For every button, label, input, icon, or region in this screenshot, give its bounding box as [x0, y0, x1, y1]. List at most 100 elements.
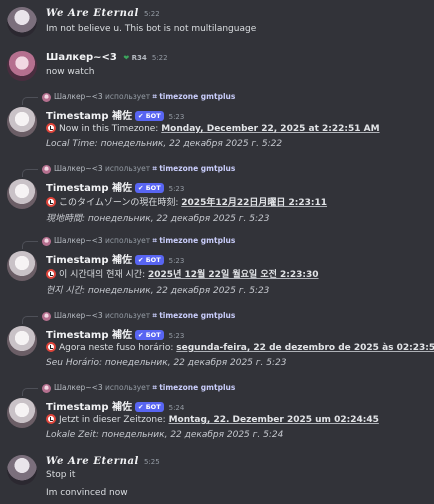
slash-command-icon: ⌗	[152, 383, 157, 392]
timezone-line: このタイムゾーンの現在時刻: 2025年12月22日月曜日 2:23:11	[46, 195, 327, 208]
reply-user[interactable]: Шалкер~<3	[54, 164, 103, 173]
now-label: Now in this Timezone:	[59, 124, 159, 134]
alarm-clock-icon	[46, 197, 56, 207]
reply-command[interactable]: timezone gmtplus	[159, 92, 235, 101]
author-label[interactable]: Timestamp 補佐	[46, 183, 132, 194]
reply-uses: использует	[105, 164, 151, 173]
bot-badge: ✔ БОТ	[135, 111, 164, 121]
now-timestamp[interactable]: 2025년 12월 22일 월요일 오전 2:23:30	[148, 270, 319, 280]
reply-spine	[22, 388, 38, 396]
reply-uses: использует	[105, 311, 151, 320]
reply-command[interactable]: timezone gmtplus	[159, 383, 235, 392]
reply-avatar	[42, 312, 51, 321]
timestamp: 5:23	[168, 113, 185, 121]
message-group: We Are Eternal 5:22 Im not believe u. Thi…	[0, 4, 434, 40]
reply-avatar	[42, 93, 51, 102]
reply-text: Шалкер~<3 использует ⌗ timezone gmtplus	[54, 236, 235, 246]
local-timestamp[interactable]: понедельник, 22 декабря 2025 г. 5:23	[105, 358, 287, 368]
reply-uses: использует	[105, 236, 151, 245]
timezone-line: 이 시간대의 현재 시간: 2025년 12월 22일 월요일 오전 2:23:…	[46, 267, 319, 280]
reply-spine	[22, 169, 38, 177]
now-timestamp[interactable]: Monday, December 22, 2025 at 2:22:51 AM	[161, 124, 379, 134]
author-name[interactable]: Timestamp 補佐 ✔ БОТ 5:23	[46, 179, 184, 194]
reply-user[interactable]: Шалкер~<3	[54, 383, 103, 392]
reply-user[interactable]: Шалкер~<3	[54, 92, 103, 101]
local-timestamp[interactable]: понедельник, 22 декабря 2025 г. 5:24	[102, 430, 284, 440]
avatar[interactable]	[7, 51, 37, 81]
author-label[interactable]: Timestamp 補佐	[46, 111, 132, 122]
reply-uses: использует	[105, 383, 151, 392]
author-label[interactable]: Timestamp 補佐	[46, 255, 132, 266]
role-badge[interactable]: ❤ R34	[123, 54, 146, 62]
local-timestamp[interactable]: понедельник, 22 декабря 2025 г. 5:23	[88, 286, 270, 296]
slash-command-icon: ⌗	[152, 164, 157, 173]
timestamp: 5:23	[168, 332, 185, 340]
alarm-clock-icon	[46, 123, 56, 133]
author-label[interactable]: Шалкер~<3	[46, 52, 117, 63]
reply-spine	[22, 316, 38, 324]
slash-command-icon: ⌗	[152, 311, 157, 320]
timestamp: 5:23	[168, 257, 185, 265]
local-timestamp[interactable]: понедельник, 22 декабря 2025 г. 5:23	[88, 214, 270, 224]
reply-spine	[22, 97, 38, 105]
message-text: now watch	[46, 67, 95, 77]
author-name[interactable]: We Are Eternal 5:25	[46, 456, 160, 467]
avatar[interactable]	[7, 7, 37, 37]
avatar[interactable]	[7, 179, 37, 209]
reply-command[interactable]: timezone gmtplus	[159, 311, 235, 320]
local-label: 현지 시간:	[46, 286, 86, 296]
message-text: Stop it	[46, 470, 76, 480]
bot-badge: ✔ БОТ	[135, 330, 164, 340]
now-label: Agora neste fuso horário:	[59, 343, 174, 353]
bot-badge: ✔ БОТ	[135, 255, 164, 265]
avatar[interactable]	[7, 251, 37, 281]
author-name[interactable]: Timestamp 補佐 ✔ БОТ 5:23	[46, 251, 184, 266]
message-group: We Are Eternal 5:25 Stop it Im convinced …	[0, 452, 434, 504]
reply-uses: использует	[105, 92, 151, 101]
timestamp: 5:22	[151, 54, 168, 62]
reply-text: Шалкер~<3 использует ⌗ timezone gmtplus	[54, 92, 235, 102]
reply-text: Шалкер~<3 использует ⌗ timezone gmtplus	[54, 311, 235, 321]
bot-message: Шалкер~<3 использует ⌗ timezone gmtplus T…	[0, 383, 434, 449]
local-label: 現地時間:	[46, 214, 86, 224]
now-timestamp[interactable]: 2025年12月22日月曜日 2:23:11	[181, 198, 327, 208]
now-timestamp[interactable]: segunda-feira, 22 de dezembro de 2025 às…	[176, 343, 434, 353]
author-name[interactable]: We Are Eternal 5:22	[46, 8, 160, 19]
author-name[interactable]: Timestamp 補佐 ✔ БОТ 5:24	[46, 398, 184, 413]
now-label: 이 시간대의 현재 시간:	[59, 270, 146, 280]
author-label[interactable]: We Are Eternal	[46, 8, 139, 19]
local-time-line: Seu Horário: понедельник, 22 декабря 202…	[46, 358, 286, 368]
alarm-clock-icon	[46, 269, 56, 279]
bot-badge: ✔ БОТ	[135, 183, 164, 193]
now-timestamp[interactable]: Montag, 22. Dezember 2025 um 02:24:45	[169, 415, 379, 425]
author-name[interactable]: Timestamp 補佐 ✔ БОТ 5:23	[46, 326, 184, 341]
local-label: Local Time:	[46, 139, 98, 149]
heart-icon: ❤	[123, 54, 130, 62]
author-label[interactable]: Timestamp 補佐	[46, 330, 132, 341]
avatar[interactable]	[7, 455, 37, 485]
avatar[interactable]	[7, 398, 37, 428]
avatar[interactable]	[7, 107, 37, 137]
bot-message: Шалкер~<3 использует ⌗ timezone gmtplus T…	[0, 164, 434, 230]
reply-user[interactable]: Шалкер~<3	[54, 311, 103, 320]
alarm-clock-icon	[46, 414, 56, 424]
local-label: Seu Horário:	[46, 358, 103, 368]
now-label: Jetzt in dieser Zeitzone:	[59, 415, 166, 425]
timestamp: 5:22	[143, 10, 160, 18]
author-label[interactable]: We Are Eternal	[46, 456, 139, 467]
author-name[interactable]: Timestamp 補佐 ✔ БОТ 5:23	[46, 107, 184, 122]
local-timestamp[interactable]: понедельник, 22 декабря 2025 г. 5:22	[101, 139, 283, 149]
bot-badge: ✔ БОТ	[135, 402, 164, 412]
reply-text: Шалкер~<3 использует ⌗ timezone gmtplus	[54, 383, 235, 393]
author-label[interactable]: Timestamp 補佐	[46, 402, 132, 413]
reply-avatar	[42, 384, 51, 393]
reply-user[interactable]: Шалкер~<3	[54, 236, 103, 245]
reply-command[interactable]: timezone gmtplus	[159, 164, 235, 173]
author-name[interactable]: Шалкер~<3 ❤ R34 5:22	[46, 52, 168, 63]
avatar[interactable]	[7, 326, 37, 356]
local-time-line: 현지 시간: понедельник, 22 декабря 2025 г. 5…	[46, 283, 269, 296]
message-text: Im convinced now	[46, 488, 128, 498]
local-time-line: Local Time: понедельник, 22 декабря 2025…	[46, 139, 282, 149]
bot-message: Шалкер~<3 использует ⌗ timezone gmtplus T…	[0, 311, 434, 377]
reply-command[interactable]: timezone gmtplus	[159, 236, 235, 245]
